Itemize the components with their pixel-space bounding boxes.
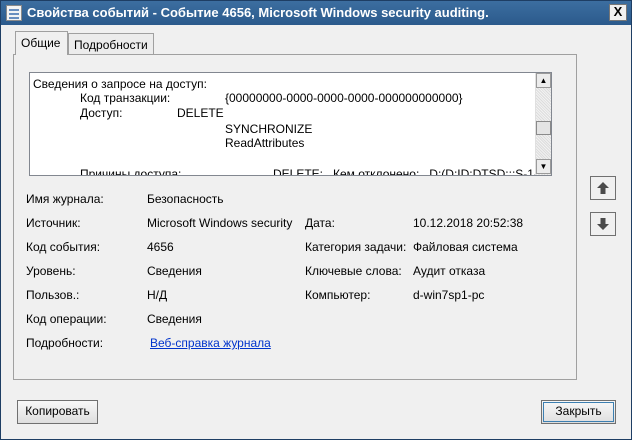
user-label: Пользов.: <box>26 288 80 302</box>
date-label: Дата: <box>305 216 335 230</box>
scroll-up-button[interactable]: ▲ <box>536 73 551 88</box>
close-button[interactable]: Закрыть <box>541 400 616 424</box>
arrow-up-icon <box>597 182 609 194</box>
next-event-button[interactable] <box>590 212 616 236</box>
level-value: Сведения <box>147 264 202 278</box>
more-info-label: Подробности: <box>26 336 104 350</box>
more-info-link[interactable]: Веб-справка журнала <box>150 336 271 350</box>
log-name-label: Имя журнала: <box>26 192 104 206</box>
scroll-thumb[interactable] <box>536 121 551 135</box>
desc-line: ReadAttributes <box>225 136 305 150</box>
tab-details[interactable]: Подробности <box>68 33 154 55</box>
task-category-value: Файловая система <box>413 240 518 254</box>
opcode-label: Код операции: <box>26 312 107 326</box>
desc-line: Код транзакции: <box>80 91 171 105</box>
event-viewer-icon <box>6 5 22 21</box>
previous-event-button[interactable] <box>590 176 616 200</box>
copy-button[interactable]: Копировать <box>17 400 98 424</box>
keywords-label: Ключевые слова: <box>305 264 402 278</box>
source-value: Microsoft Windows security <box>147 216 293 230</box>
description-scrollbar[interactable]: ▲ ▼ <box>535 73 551 175</box>
desc-line: Сведения о запросе на доступ: <box>33 77 207 91</box>
title-bar[interactable]: Свойства событий - Событие 4656, Microso… <box>1 1 631 25</box>
opcode-value: Сведения <box>147 312 202 326</box>
user-value: Н/Д <box>147 288 168 302</box>
desc-line: DELETE: Кем отклонено: D:(D;ID;DTSD;;;S-… <box>273 167 536 175</box>
close-window-button[interactable]: X <box>609 4 627 21</box>
desc-line: SYNCHRONIZE <box>225 122 313 136</box>
event-description-box[interactable]: Сведения о запросе на доступ: Код транза… <box>29 72 552 176</box>
date-value: 10.12.2018 20:52:38 <box>413 216 524 230</box>
event-properties-window: Свойства событий - Событие 4656, Microso… <box>0 0 632 440</box>
event-id-label: Код события: <box>26 240 101 254</box>
keywords-value: Аудит отказа <box>413 264 486 278</box>
desc-line: DELETE <box>177 106 224 120</box>
desc-line: Доступ: <box>80 106 123 120</box>
source-label: Источник: <box>26 216 81 230</box>
arrow-down-icon <box>597 218 609 230</box>
task-category-label: Категория задачи: <box>305 240 407 254</box>
desc-line: {00000000-0000-0000-0000-000000000000} <box>225 91 463 105</box>
scroll-down-button[interactable]: ▼ <box>536 159 551 174</box>
level-label: Уровень: <box>26 264 76 278</box>
computer-label: Компьютер: <box>305 288 371 302</box>
log-name-value: Безопасность <box>147 192 224 206</box>
window-title: Свойства событий - Событие 4656, Microso… <box>27 5 489 20</box>
event-id-value: 4656 <box>147 240 174 254</box>
general-tab-panel: Сведения о запросе на доступ: Код транза… <box>13 54 577 380</box>
desc-line: Причины доступа: <box>80 167 182 175</box>
tab-general[interactable]: Общие <box>15 31 68 55</box>
computer-value: d-win7sp1-pc <box>413 288 485 302</box>
